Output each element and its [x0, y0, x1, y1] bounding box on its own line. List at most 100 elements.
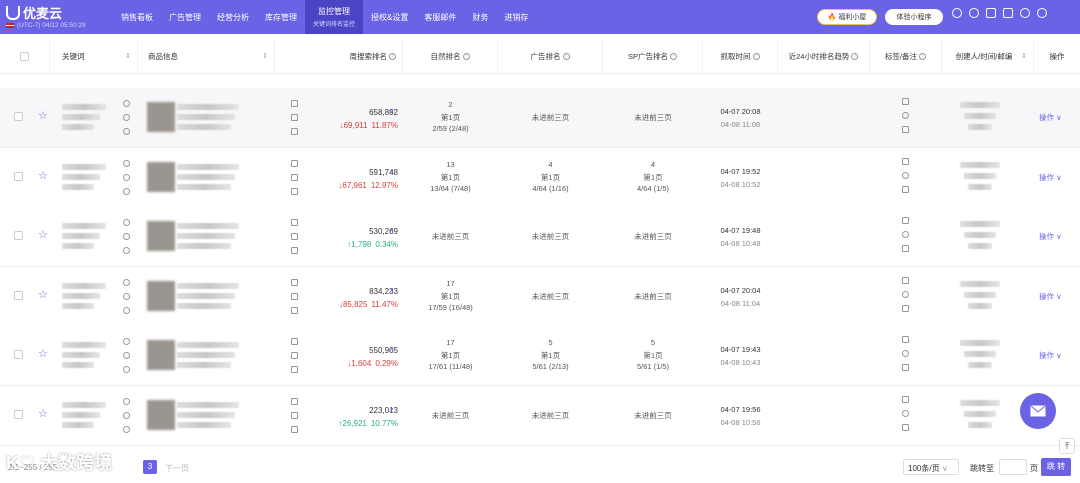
tag-note-icon[interactable]: [902, 336, 909, 343]
keyword-action-icon[interactable]: [123, 397, 130, 405]
favorite-star-icon[interactable]: ☆: [38, 228, 48, 241]
help-icon[interactable]: ?: [670, 52, 677, 60]
back-to-top-button[interactable]: ⤒: [1059, 438, 1075, 454]
jump-button[interactable]: 跳 转: [1041, 458, 1071, 476]
message-icon[interactable]: [986, 8, 996, 18]
row-checkbox[interactable]: [14, 350, 23, 359]
row-checkbox[interactable]: [14, 171, 23, 181]
product-thumbnail[interactable]: [147, 399, 175, 430]
help-icon[interactable]: ?: [752, 52, 760, 60]
nav-item-8[interactable]: 进销存: [496, 0, 536, 34]
help-icon[interactable]: [969, 8, 979, 18]
help-icon[interactable]: ?: [919, 52, 927, 60]
keyword-action-icon[interactable]: [123, 352, 130, 359]
tag-note-icon[interactable]: [902, 231, 909, 238]
keyword-action-icon[interactable]: [123, 425, 130, 433]
jump-input[interactable]: [999, 459, 1027, 475]
tag-note-icon[interactable]: [902, 126, 909, 133]
product-action-icon[interactable]: [291, 128, 298, 135]
product-action-icon[interactable]: [291, 247, 298, 254]
action-menu[interactable]: 操作 ∨: [1039, 350, 1062, 361]
help-icon[interactable]: ?: [462, 52, 470, 60]
product-action-icon[interactable]: [291, 173, 298, 181]
product-action-icon[interactable]: [291, 352, 298, 359]
product-action-icon[interactable]: [291, 114, 298, 121]
tag-note-icon[interactable]: [902, 409, 909, 417]
mail-fab-button[interactable]: [1020, 393, 1056, 429]
keyword-action-icon[interactable]: [123, 292, 130, 300]
tag-note-icon[interactable]: [902, 112, 909, 119]
action-menu[interactable]: 操作 ∨: [1039, 172, 1062, 183]
col-tag[interactable]: 标签/备注?: [870, 38, 942, 74]
app-logo[interactable]: 优麦云: [6, 3, 62, 22]
ai-icon[interactable]: [952, 8, 962, 18]
product-action-icon[interactable]: [291, 219, 298, 226]
product-action-icon[interactable]: [291, 411, 298, 419]
product-thumbnail[interactable]: [147, 102, 175, 132]
keyword-action-icon[interactable]: [123, 114, 130, 121]
product-action-icon[interactable]: [291, 187, 298, 195]
keyword-action-icon[interactable]: [123, 247, 130, 254]
col-sp[interactable]: SP广告排名?: [603, 38, 703, 74]
sort-icon[interactable]: ⇕: [1021, 52, 1027, 60]
favorite-star-icon[interactable]: ☆: [38, 407, 48, 420]
keyword-action-icon[interactable]: [123, 366, 130, 373]
product-action-icon[interactable]: [291, 425, 298, 433]
keyword-action-icon[interactable]: [123, 219, 130, 226]
tag-note-icon[interactable]: [902, 304, 909, 312]
row-checkbox[interactable]: [14, 409, 23, 419]
col-time[interactable]: 抓取时间?: [703, 38, 778, 74]
nav-item-4[interactable]: 监控管理 关键词排名监控: [305, 0, 364, 34]
action-menu[interactable]: 操作 ∨: [1039, 112, 1062, 123]
tag-note-icon[interactable]: [902, 185, 909, 193]
keyword-action-icon[interactable]: [123, 338, 130, 345]
tag-note-icon[interactable]: [902, 364, 909, 371]
current-page-button[interactable]: 3: [143, 460, 157, 474]
next-page-link[interactable]: 下一页: [165, 463, 189, 474]
tag-note-icon[interactable]: [902, 217, 909, 224]
nav-item-7[interactable]: 财务: [464, 0, 496, 34]
row-checkbox[interactable]: [14, 112, 23, 121]
sort-icon[interactable]: ⇕: [125, 52, 131, 60]
col-keyword[interactable]: 关键词 ⇕: [50, 38, 138, 74]
avatar[interactable]: [1037, 8, 1047, 18]
product-action-icon[interactable]: [291, 338, 298, 345]
favorite-star-icon[interactable]: ☆: [38, 169, 48, 182]
col-product[interactable]: 商品信息 ⇕: [138, 38, 275, 74]
action-menu[interactable]: 操作 ∨: [1039, 231, 1062, 242]
row-checkbox[interactable]: [14, 290, 23, 300]
keyword-action-icon[interactable]: [123, 411, 130, 419]
product-thumbnail[interactable]: [147, 221, 175, 251]
tag-note-icon[interactable]: [902, 276, 909, 284]
help-icon[interactable]: ?: [389, 52, 396, 60]
favorite-star-icon[interactable]: ☆: [38, 347, 48, 360]
select-all-checkbox[interactable]: [20, 51, 29, 61]
keyword-action-icon[interactable]: [123, 233, 130, 240]
keyword-action-icon[interactable]: [123, 159, 130, 167]
product-thumbnail[interactable]: [147, 280, 175, 311]
nav-item-1[interactable]: 广告管理: [161, 0, 209, 34]
tag-note-icon[interactable]: [902, 350, 909, 357]
action-menu[interactable]: 操作 ∨: [1039, 291, 1062, 302]
product-action-icon[interactable]: [291, 292, 298, 300]
nav-item-2[interactable]: 经营分析: [209, 0, 257, 34]
tag-note-icon[interactable]: [902, 245, 909, 252]
nav-item-3[interactable]: 库存管理: [257, 0, 305, 34]
product-action-icon[interactable]: [291, 306, 298, 314]
product-action-icon[interactable]: [291, 233, 298, 240]
product-action-icon[interactable]: [291, 100, 298, 107]
tag-note-icon[interactable]: [902, 290, 909, 298]
col-ad[interactable]: 广告排名?: [498, 38, 603, 74]
favorite-star-icon[interactable]: ☆: [38, 288, 48, 301]
keyword-action-icon[interactable]: [123, 278, 130, 286]
tag-note-icon[interactable]: [902, 423, 909, 431]
keyword-action-icon[interactable]: [123, 173, 130, 181]
tag-note-icon[interactable]: [902, 171, 909, 179]
col-natural[interactable]: 自然排名?: [403, 38, 498, 74]
cart-icon[interactable]: [1003, 8, 1013, 18]
sort-icon[interactable]: ⇕: [262, 52, 268, 60]
help-icon[interactable]: ?: [562, 52, 570, 60]
tag-note-icon[interactable]: [902, 157, 909, 165]
keyword-action-icon[interactable]: [123, 306, 130, 314]
keyword-action-icon[interactable]: [123, 128, 130, 135]
